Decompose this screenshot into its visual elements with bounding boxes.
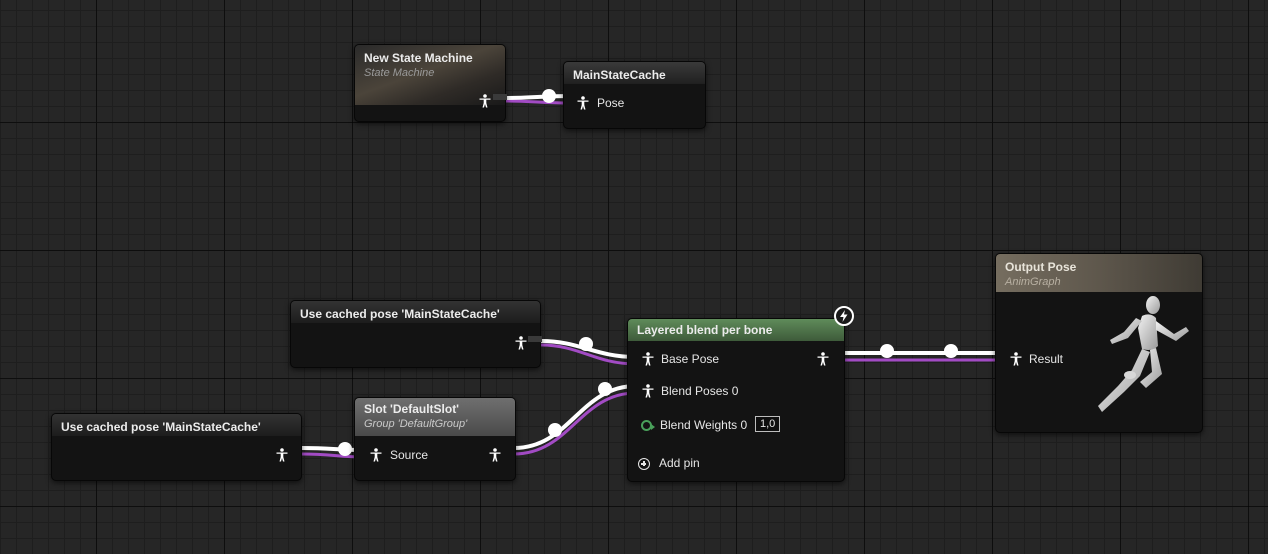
- wire-cachedpose-to-slot[interactable]: [301, 442, 363, 459]
- person-figure-icon[interactable]: [488, 448, 502, 462]
- person-figure-icon[interactable]: [478, 94, 492, 108]
- node-title: MainStateCache: [573, 68, 666, 82]
- mannequin-running-icon: [1098, 296, 1189, 412]
- person-figure-icon[interactable]: [641, 384, 655, 398]
- lightning-icon: [834, 306, 854, 326]
- pin-blend-poses-label: Blend Poses 0: [661, 384, 739, 398]
- person-figure-icon[interactable]: [641, 352, 655, 366]
- use-cached-pose-node[interactable]: Use cached pose 'MainStateCache': [290, 300, 542, 368]
- node-title: New State Machine: [364, 51, 473, 65]
- wire-statemachine-to-cache[interactable]: [505, 89, 571, 105]
- wire-cachedpose-to-basepose[interactable]: [540, 337, 637, 366]
- node-header: Use cached pose 'MainStateCache': [291, 301, 540, 323]
- state-machine-node[interactable]: New State Machine State Machine: [354, 44, 507, 122]
- node-subtitle: Group 'DefaultGroup': [364, 418, 468, 430]
- layered-blend-node[interactable]: Layered blend per bone Base Pose Blend P…: [627, 318, 845, 482]
- node-title: Slot 'DefaultSlot': [364, 402, 460, 416]
- node-header: Slot 'DefaultSlot' Group 'DefaultGroup': [355, 398, 515, 436]
- node-subtitle: AnimGraph: [1005, 276, 1061, 288]
- slot-node[interactable]: Slot 'DefaultSlot' Group 'DefaultGroup' …: [354, 397, 516, 481]
- person-figure-icon[interactable]: [514, 336, 528, 350]
- pin-blend-weights-label: Blend Weights 0: [660, 418, 748, 432]
- state-cache-node[interactable]: MainStateCache Pose: [563, 61, 706, 129]
- use-cached-pose-node[interactable]: Use cached pose 'MainStateCache': [51, 413, 302, 481]
- wire-slot-to-blendposes[interactable]: [513, 382, 637, 456]
- node-header: Use cached pose 'MainStateCache': [52, 414, 301, 436]
- pin-stub: [528, 336, 542, 342]
- node-title: Use cached pose 'MainStateCache': [300, 307, 500, 321]
- wire-blend-to-output[interactable]: [843, 344, 1010, 362]
- pin-base-pose-label: Base Pose: [661, 352, 720, 366]
- person-figure-icon[interactable]: [576, 96, 590, 110]
- person-figure-icon[interactable]: [275, 448, 289, 462]
- pin-arrow-icon: [651, 424, 655, 430]
- node-header: Layered blend per bone: [628, 319, 844, 341]
- blend-weights-input[interactable]: 1,0: [755, 416, 781, 432]
- output-pose-node[interactable]: Output Pose AnimGraph Result: [995, 253, 1203, 433]
- person-figure-icon[interactable]: [816, 352, 830, 366]
- pin-stub: [493, 94, 507, 100]
- node-title: Use cached pose 'MainStateCache': [61, 420, 261, 434]
- person-figure-icon[interactable]: [369, 448, 383, 462]
- node-title: Output Pose: [1005, 260, 1077, 274]
- node-header: MainStateCache: [564, 62, 705, 84]
- node-subtitle: State Machine: [364, 67, 435, 79]
- pin-pose-label: Pose: [597, 96, 625, 110]
- pin-source-label: Source: [390, 448, 429, 462]
- node-header: Output Pose AnimGraph: [996, 254, 1202, 292]
- plus-circle-icon[interactable]: [638, 458, 650, 470]
- node-title: Layered blend per bone: [637, 323, 773, 337]
- pin-result-label: Result: [1029, 352, 1064, 366]
- person-figure-icon[interactable]: [1009, 352, 1023, 366]
- add-pin-button[interactable]: Add pin: [659, 456, 700, 470]
